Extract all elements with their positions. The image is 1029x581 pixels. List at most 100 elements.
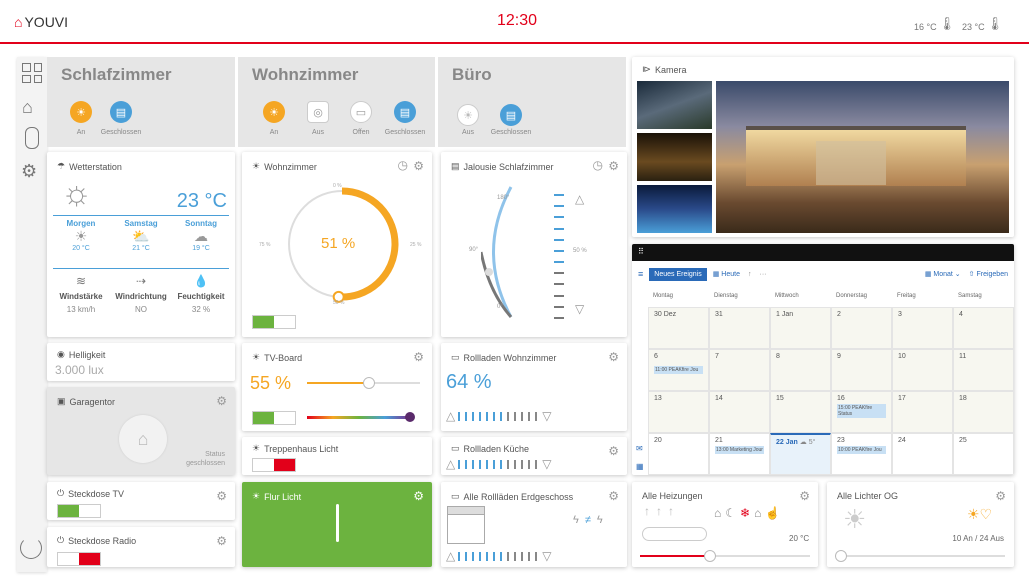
camera-thumbnail[interactable] [637,133,712,181]
dimmer-value: 51 % [321,235,356,252]
power-icon[interactable] [20,537,42,559]
wohnzimmer-dimmer-card: ☀ Wohnzimmer ◷ ⚙ 51 % 0 % 25 % 50 % 75 % [242,152,432,337]
camera-thumbnail[interactable] [637,81,712,129]
timer-icon[interactable]: ◷ [398,158,408,172]
light-bulb-icon: ☀ [252,352,261,362]
clock-display: 12:30 [497,12,538,29]
power-toggle[interactable] [252,458,296,472]
shutter-livingroom-card: ▭ Rollladen Wohnzimmer ⚙ 64 % △ ▽ [441,343,627,431]
settings-gear-icon[interactable]: ⚙ [21,161,37,182]
brightness-bar[interactable] [336,504,339,542]
settings-gear-icon[interactable]: ⚙ [799,489,810,503]
settings-gear-icon[interactable]: ⚙ [413,489,424,503]
dashboard-grid-icon[interactable] [22,63,42,83]
settings-gear-icon[interactable]: ⚙ [216,489,227,503]
blinds-icon: ▤ [451,161,460,171]
month-view-dropdown[interactable]: ▦ Monat ⌄ [925,270,961,278]
power-toggle[interactable] [252,411,296,425]
light-bulb-icon: ☀ [252,443,261,453]
home-icon[interactable]: ⌂ [22,97,33,118]
new-event-button[interactable]: Neues Ereignis [649,267,707,281]
calendar-event[interactable]: 13:00 Marketing Jour [715,446,764,454]
hall-light-card[interactable]: ☀ Flur Licht ⚙ [242,482,432,567]
camera-icon: ⧐ [642,64,651,74]
slat-angle-control[interactable] [481,182,531,322]
blinds-closed-button[interactable]: ▤ [500,104,522,126]
settings-gear-icon[interactable]: ⚙ [608,444,619,458]
thermometer-home-icon: 🌡 [986,16,1004,31]
dimmer-value: 55 % [250,373,292,393]
light-bulb-off-icon: ☀ [843,504,867,534]
menu-icon[interactable]: ≡ [638,269,643,279]
settings-gear-icon[interactable]: ⚙ [413,159,424,173]
slat-angle-icons[interactable]: ϟ≠ϟ [573,514,609,526]
calendar-toolbar: ≡ Neues Ereignis ▦ Heute ↑ ··· ▦ Monat ⌄… [632,265,1014,283]
share-button[interactable]: ⇧ Freigeben [969,270,1008,278]
camera-main-view[interactable] [716,81,1009,233]
calendar-icon[interactable]: ▦ [636,462,644,471]
blinds-up-arrow-icon[interactable]: △ [575,192,584,206]
humidity-icon: 💧 [193,274,209,288]
all-lights-card: Alle Lichter OG ⚙ ☀ ☀♡ 10 An / 24 Aus [827,482,1014,567]
tv-board-card: ☀ TV-Board ⚙ 55 % [242,343,432,431]
calendar-event[interactable]: 10:00 PEAKfire Jou [837,446,886,454]
today-button[interactable]: ▦ Heute [713,270,740,278]
camera-card: ⧐ Kamera [632,57,1014,237]
weather-metrics: ≋ Windstärke 13 km/h ⇢ Windrichtung NO 💧 Feuc… [51,274,231,314]
brightness-card: ◉ Helligkeit 3.000 lux [47,343,235,381]
blinds-closed-button[interactable]: ▤ [394,101,416,123]
blinds-closed-button[interactable]: ▤ [110,101,132,123]
shutter-icon: ▭ [451,352,460,362]
settings-gear-icon[interactable]: ⚙ [608,350,619,364]
power-toggle[interactable] [57,504,101,518]
room-wohnzimmer[interactable]: Wohnzimmer ☀ An ◎ Aus ▭ Offen ▤ Geschlos… [238,57,435,147]
shutter-slider[interactable]: △ ▽ [446,549,551,563]
more-button[interactable]: ··· [759,271,766,278]
stairway-light-card: ☀ Treppenhaus Licht [242,437,432,475]
all-shutters-card: ▭ Alle Rollläden Erdgeschoss ⚙ ϟ≠ϟ △ ▽ [441,482,627,567]
settings-gear-icon[interactable]: ⚙ [413,350,424,364]
settings-gear-icon[interactable]: ⚙ [995,489,1006,503]
settings-gear-icon[interactable]: ⚙ [608,489,619,503]
brightness-slider[interactable] [307,377,420,389]
light-on-button[interactable]: ☀ [70,101,92,123]
heating-slider[interactable] [640,550,810,562]
up-arrow-icon[interactable]: ↑ [748,271,752,278]
app-grid-icon: ⠿ [638,247,644,256]
settings-gear-icon[interactable]: ⚙ [608,159,619,173]
light-on-button[interactable]: ☀ [263,101,285,123]
mail-icon[interactable]: ✉ [636,444,643,453]
calendar-card: ⠿ ≡ Neues Ereignis ▦ Heute ↑ ··· ▦ Monat… [632,244,1014,475]
calendar-event[interactable]: 15:00 PEAKfire Status [837,404,886,418]
shutter-icon: ▭ [451,443,460,453]
socket-icon: ⏻ [57,488,65,498]
settings-gear-icon[interactable]: ⚙ [216,534,227,548]
heating-arrows-icon: ↑↑↑ [644,504,680,518]
blinds-down-arrow-icon[interactable]: ▽ [575,302,584,316]
timer-icon[interactable]: ◷ [593,158,603,172]
power-toggle[interactable] [57,552,101,566]
blinds-position-slider[interactable] [554,194,564,319]
garage-icon: ▣ [57,396,66,406]
color-slider[interactable] [307,412,415,422]
socket-off-button[interactable]: ◎ [307,101,329,123]
partly-cloudy-icon: ⛅ [132,228,150,244]
power-toggle[interactable] [252,315,296,329]
calendar-event[interactable]: 11:00 PEAKfire Jou [654,366,703,374]
shutter-slider[interactable]: △ ▽ [446,409,551,423]
remote-control-icon[interactable] [25,127,39,149]
sun-icon: ☼ [61,174,93,212]
light-bulb-icon: ☀ [252,491,261,501]
shutter-slider[interactable]: △ ▽ [446,457,551,471]
room-schlafzimmer[interactable]: Schlafzimmer ☀ An ▤ Geschlossen [47,57,235,147]
lights-slider[interactable] [835,550,1005,562]
camera-thumbnail[interactable] [637,185,712,233]
room-buero[interactable]: Büro ☀ Aus ▤ Geschlossen [438,57,626,147]
blinds-open-button[interactable]: ▭ [350,101,372,123]
garage-toggle-button[interactable]: ⌂ [119,415,167,463]
settings-gear-icon[interactable]: ⚙ [216,394,227,408]
calendar-grid[interactable]: 30 Dez 31 1 Jan 2 3 4 6 11:00 PEAKfire Jou 7 8 9 1… [648,307,1014,475]
light-off-button[interactable]: ☀ [457,104,479,126]
heating-mode-icons[interactable]: ⌂☾❄⌂☝ [714,506,784,520]
header: ⌂ YOUVI 12:30 16 °C 🌡 23 °C 🌡 [0,0,1029,44]
